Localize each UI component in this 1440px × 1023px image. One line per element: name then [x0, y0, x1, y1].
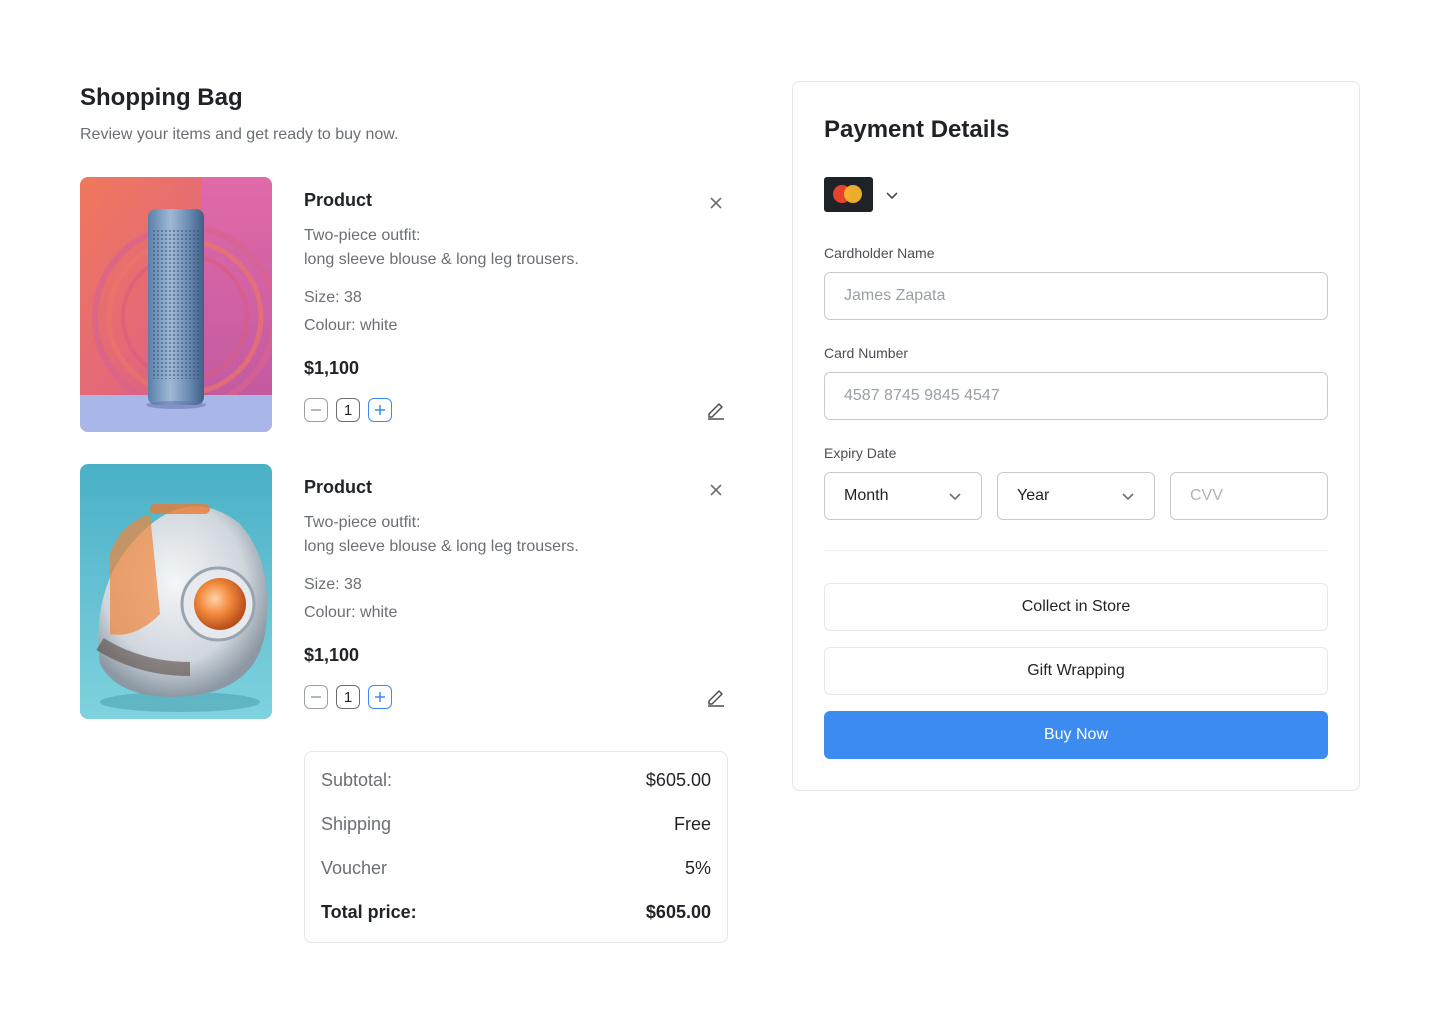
summary-row-subtotal: Subtotal: $605.00 — [321, 770, 711, 791]
collect-in-store-button[interactable]: Collect in Store — [824, 583, 1328, 631]
cart-item: Product Two-piece outfit: long sleeve bl… — [80, 177, 728, 433]
product-colour: Colour: white — [304, 317, 398, 334]
product-description-line: long sleeve blouse & long leg trousers. — [304, 538, 579, 555]
close-icon — [710, 484, 722, 496]
summary-row-total: Total price: $605.00 — [321, 902, 711, 923]
subtotal-label: Subtotal: — [321, 770, 393, 790]
increase-quantity-button[interactable] — [368, 398, 392, 422]
buy-now-button[interactable]: Buy Now — [824, 711, 1328, 759]
order-summary: Subtotal: $605.00 Shipping Free Voucher … — [304, 751, 728, 943]
minus-icon — [311, 696, 321, 698]
cvv-field[interactable] — [1170, 472, 1328, 520]
quantity-value[interactable]: 1 — [336, 398, 360, 422]
product-description: Two-piece outfit: long sleeve blouse & l… — [304, 511, 579, 559]
subtotal-value: $605.00 — [645, 770, 711, 790]
summary-row-voucher: Voucher 5% — [321, 858, 711, 879]
voucher-label: Voucher — [321, 858, 388, 878]
pencil-icon — [708, 690, 724, 707]
product-image — [80, 464, 272, 719]
mastercard-icon — [824, 177, 873, 212]
product-description-line: long sleeve blouse & long leg trousers. — [304, 251, 579, 268]
product-price: $1,100 — [304, 358, 360, 378]
gift-wrapping-button[interactable]: Gift Wrapping — [824, 647, 1328, 695]
month-select[interactable]: Month — [824, 472, 982, 520]
month-select-value: Month — [844, 487, 889, 504]
cardholder-name-input[interactable] — [844, 287, 1308, 305]
cvv-input[interactable] — [1190, 487, 1308, 505]
total-value: $605.00 — [645, 902, 711, 922]
product-colour: Colour: white — [304, 604, 398, 621]
decrease-quantity-button[interactable] — [304, 398, 328, 422]
product-title: Product — [304, 477, 373, 497]
page-subtitle: Review your items and get ready to buy n… — [80, 126, 399, 143]
product-info: Product Two-piece outfit: long sleeve bl… — [304, 177, 728, 433]
shipping-value: Free — [673, 814, 711, 834]
product-info: Product Two-piece outfit: long sleeve bl… — [304, 464, 728, 720]
total-label: Total price: — [321, 902, 417, 922]
product-description: Two-piece outfit: long sleeve blouse & l… — [304, 224, 579, 272]
payment-title: Payment Details — [824, 116, 1010, 143]
cardholder-name-field[interactable] — [824, 272, 1328, 320]
card-number-input[interactable] — [844, 387, 1308, 405]
edit-item-button[interactable] — [704, 685, 728, 709]
pencil-icon — [708, 403, 724, 420]
chevron-down-icon — [1122, 493, 1134, 501]
edit-item-button[interactable] — [704, 398, 728, 422]
product-description-line: Two-piece outfit: — [304, 514, 421, 531]
product-image — [80, 177, 272, 432]
divider — [824, 550, 1328, 551]
cart-item: Product Two-piece outfit: long sleeve bl… — [80, 464, 728, 720]
voucher-value: 5% — [684, 858, 711, 878]
page-title: Shopping Bag — [80, 84, 243, 111]
increase-quantity-button[interactable] — [368, 685, 392, 709]
remove-item-button[interactable] — [704, 478, 728, 502]
shipping-label: Shipping — [321, 814, 392, 834]
remove-item-button[interactable] — [704, 191, 728, 215]
product-size: Size: 38 — [304, 289, 362, 306]
payment-details-panel: Payment Details Cardholder Name Card Num… — [792, 81, 1360, 791]
quantity-stepper: 1 — [304, 398, 392, 422]
product-price: $1,100 — [304, 645, 360, 665]
decrease-quantity-button[interactable] — [304, 685, 328, 709]
quantity-stepper: 1 — [304, 685, 392, 709]
close-icon — [710, 197, 722, 209]
product-description-line: Two-piece outfit: — [304, 227, 421, 244]
expiry-date-label: Expiry Date — [824, 445, 897, 461]
card-type-select[interactable] — [824, 177, 899, 212]
product-title: Product — [304, 190, 373, 210]
minus-icon — [311, 409, 321, 411]
cardholder-name-label: Cardholder Name — [824, 245, 935, 261]
plus-icon — [375, 692, 385, 702]
plus-icon — [375, 405, 385, 415]
chevron-down-icon — [949, 493, 961, 501]
card-number-label: Card Number — [824, 345, 909, 361]
shopping-bag-section: Shopping Bag Review your items and get r… — [80, 82, 728, 943]
summary-row-shipping: Shipping Free — [321, 814, 711, 835]
year-select-value: Year — [1017, 487, 1050, 504]
year-select[interactable]: Year — [997, 472, 1155, 520]
card-number-field[interactable] — [824, 372, 1328, 420]
chevron-down-icon — [886, 191, 898, 199]
product-size: Size: 38 — [304, 576, 362, 593]
quantity-value[interactable]: 1 — [336, 685, 360, 709]
